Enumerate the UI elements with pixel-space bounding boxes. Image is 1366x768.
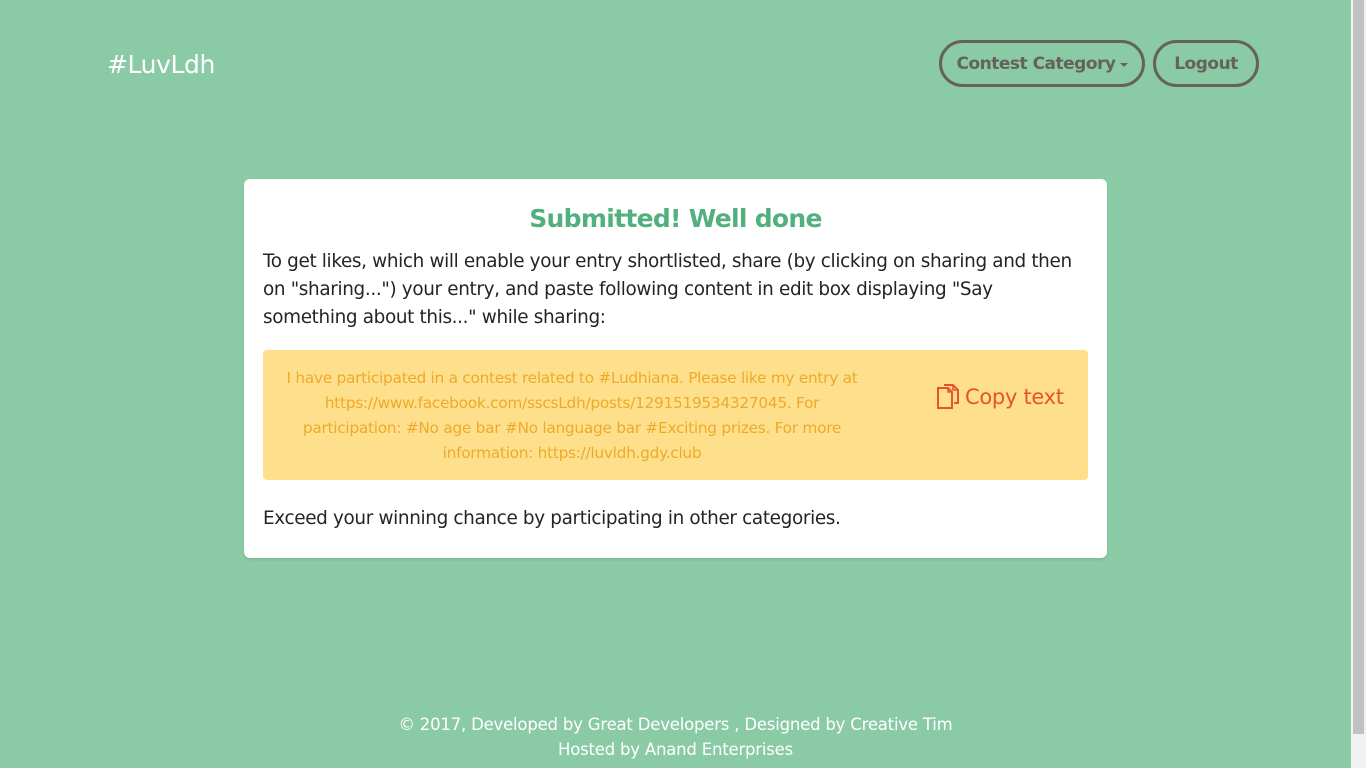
share-text[interactable]: I have participated in a contest related…	[277, 366, 867, 466]
copy-text-button[interactable]: Copy text	[936, 380, 1064, 414]
brand-logo[interactable]: #LuvLdh	[107, 49, 215, 81]
copy-icon	[937, 384, 959, 409]
designer-link[interactable]: Creative Tim	[850, 715, 952, 734]
card-footer-text: Exceed your winning chance by participat…	[263, 508, 841, 529]
footer-line-1: © 2017, Developed by Great Developers , …	[0, 712, 1351, 737]
developer-link[interactable]: Great Developers	[588, 715, 730, 734]
card-title: Submitted! Well done	[529, 204, 822, 233]
share-text-box: I have participated in a contest related…	[263, 350, 1088, 480]
logout-button[interactable]: Logout	[1153, 40, 1259, 87]
page-footer: © 2017, Developed by Great Developers , …	[0, 712, 1351, 762]
contest-category-label: Contest Category	[956, 53, 1117, 74]
vertical-scrollbar[interactable]	[1351, 0, 1366, 768]
scrollbar-thumb[interactable]	[1353, 0, 1364, 734]
footer-hosted-by: Hosted by Anand Enterprises	[557, 740, 794, 759]
footer-copyright: © 2017, Developed by	[398, 715, 588, 734]
footer-designed-by: , Designed by	[729, 715, 851, 734]
caret-down-icon	[1119, 63, 1128, 67]
share-instructions: To get likes, which will enable your ent…	[263, 251, 1072, 328]
copy-text-label: Copy text	[965, 385, 1064, 409]
submission-card: Submitted! Well done To get likes, which…	[244, 179, 1107, 558]
contest-category-dropdown[interactable]: Contest Category	[939, 40, 1145, 87]
page: #LuvLdh Contest Category Logout Submitte…	[0, 0, 1351, 768]
